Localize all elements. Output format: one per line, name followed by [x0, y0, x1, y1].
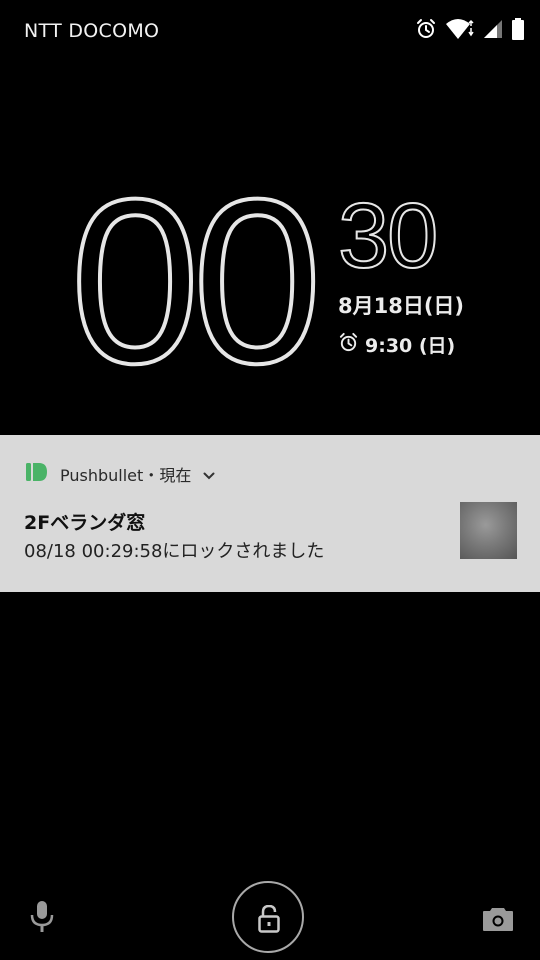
- clock-minutes: 30: [337, 185, 439, 287]
- chevron-down-icon[interactable]: [203, 465, 215, 484]
- wifi-icon: [446, 18, 474, 44]
- notification-body: 08/18 00:29:58にロックされました: [24, 541, 325, 562]
- carrier-name: NTT DOCOMO: [24, 20, 160, 42]
- lockscreen-date: 8月18日(日): [338, 294, 465, 318]
- status-icons: [415, 18, 524, 44]
- battery-icon: [512, 18, 524, 44]
- status-bar: NTT DOCOMO: [0, 0, 540, 62]
- next-alarm-time: 9:30 (日): [365, 335, 456, 357]
- clock-hours: 00: [68, 150, 324, 412]
- unlock-icon: [258, 904, 280, 937]
- alarm-icon: [338, 332, 359, 357]
- pushbullet-icon: [26, 463, 48, 485]
- alarm-icon: [415, 18, 437, 44]
- camera-icon[interactable]: [482, 906, 514, 936]
- image-thumbnail: [460, 502, 517, 559]
- mic-icon[interactable]: [28, 900, 56, 938]
- unlock-button[interactable]: [232, 881, 304, 953]
- notification-source: Pushbullet・現在: [60, 462, 191, 486]
- notification-app-name: Pushbullet: [60, 466, 144, 485]
- next-alarm: 9:30 (日): [338, 331, 455, 358]
- notification-time: 現在: [159, 466, 192, 485]
- notification-header[interactable]: Pushbullet・現在: [26, 462, 215, 486]
- notification-title: 2Fベランダ窓: [24, 512, 146, 534]
- notification-separator: ・: [143, 466, 160, 485]
- signal-icon: [483, 19, 503, 43]
